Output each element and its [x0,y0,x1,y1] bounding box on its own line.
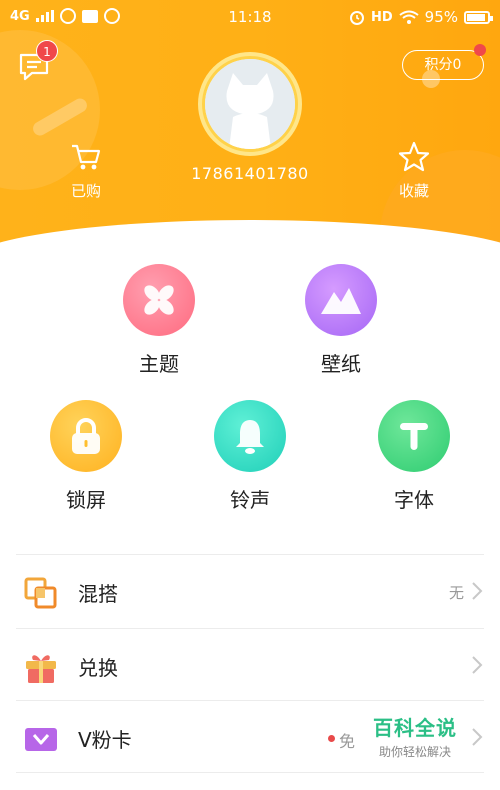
favorites-label: 收藏 [398,182,429,200]
list-item-mix[interactable]: 混搭 无 [0,556,500,628]
watermark: 百科全说 助你轻松解决 [360,712,470,766]
grid-item-label: 主题 [139,352,179,376]
grid-item-ringtone[interactable]: 铃声 [195,400,305,513]
mix-icon [24,577,57,609]
battery-icon [464,10,493,24]
battery-percent: 95% [424,8,458,26]
flower-icon [123,264,195,336]
watermark-subtitle: 助你轻松解决 [378,745,451,759]
alarm-icon [349,11,364,25]
grid-item-theme[interactable]: 主题 [104,264,214,377]
chevron-right-icon [472,656,483,674]
grid-item-label: 锁屏 [66,488,106,512]
status-bar: 4G 11:18 HD 95% [0,0,500,34]
grid-item-label: 字体 [394,488,434,512]
points-notification-dot [474,44,486,56]
mountain-icon [305,264,377,336]
points-button[interactable]: 积分0 [402,50,484,80]
bell-icon [214,400,286,472]
lock-icon [50,400,122,472]
grid-item-font[interactable]: 字体 [359,400,469,513]
grid-item-label: 壁纸 [321,352,361,376]
grid-item-wallpaper[interactable]: 壁纸 [286,264,396,377]
divider [16,700,484,701]
message-badge: 1 [36,40,58,62]
favorites-button[interactable]: 收藏 [384,140,444,201]
cart-icon [72,144,101,170]
hd-indicator: HD [370,9,393,25]
purchased-button[interactable]: 已购 [56,140,116,201]
star-icon [398,141,430,172]
watermark-title: 百科全说 [373,716,457,740]
avatar[interactable] [198,52,302,156]
list-item-title: 混搭 [78,582,118,606]
gift-icon [26,655,56,683]
list-item-value: 免 [339,732,356,751]
wifi-icon [399,10,419,24]
list-item-value: 无 [448,584,464,602]
list-item-exchange[interactable]: 兑换 [0,630,500,702]
list-item-title: V粉卡 [78,728,132,752]
purchased-label: 已购 [70,182,101,200]
chevron-right-icon [472,728,483,746]
grid-item-lockscreen[interactable]: 锁屏 [31,400,141,513]
letter-t-icon [378,400,450,472]
new-indicator-dot [328,735,335,742]
list-item-title: 兑换 [78,656,118,680]
grid-item-label: 铃声 [230,488,270,512]
default-avatar-icon [205,59,295,149]
chevron-right-icon [472,582,483,600]
card-icon [25,728,57,751]
avatar-image [205,59,295,149]
divider [16,554,484,555]
divider [16,772,484,773]
divider [16,628,484,629]
